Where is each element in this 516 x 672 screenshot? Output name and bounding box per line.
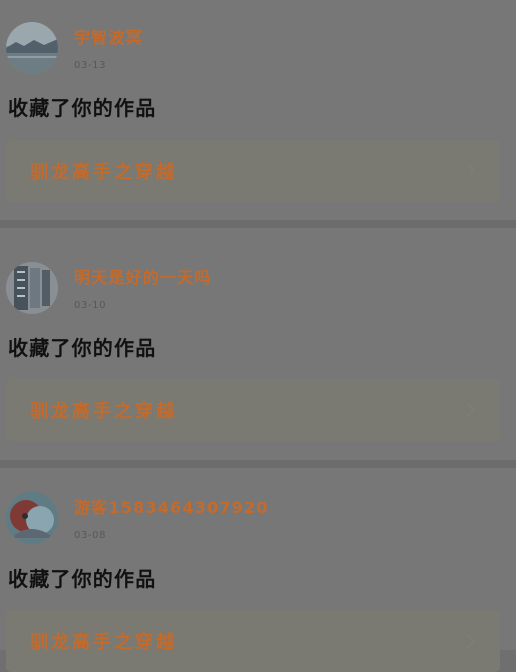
feed-item-header: 明天是好的一天吗 03-10 — [6, 262, 212, 314]
anime-avatar-icon — [6, 492, 58, 544]
avatar[interactable] — [6, 262, 58, 314]
avatar[interactable] — [6, 492, 58, 544]
feed-item: 明天是好的一天吗 03-10 收藏了你的作品 驯龙高手之穿越 — [0, 220, 516, 460]
user-meta: 游客1583464307920 03-08 — [74, 492, 269, 543]
activity-feed: 宇智波冥 03-13 收藏了你的作品 驯龙高手之穿越 明天是好的一天吗 03-1… — [0, 0, 516, 672]
chevron-right-icon — [462, 631, 480, 651]
username[interactable]: 游客1583464307920 — [74, 497, 269, 519]
action-text: 收藏了你的作品 — [8, 336, 157, 360]
timestamp: 03-08 — [74, 530, 107, 541]
feed-item: 宇智波冥 03-13 收藏了你的作品 驯龙高手之穿越 — [0, 0, 516, 220]
user-meta: 明天是好的一天吗 03-10 — [74, 262, 212, 313]
work-link[interactable]: 驯龙高手之穿越 — [6, 610, 500, 672]
feed-item-header: 宇智波冥 03-13 — [6, 22, 143, 74]
chevron-right-icon — [462, 400, 480, 420]
calligraphy-avatar-icon — [6, 262, 58, 314]
timestamp: 03-13 — [74, 60, 107, 71]
action-text: 收藏了你的作品 — [8, 96, 157, 120]
user-meta: 宇智波冥 03-13 — [74, 22, 143, 73]
action-text: 收藏了你的作品 — [8, 567, 157, 591]
work-title: 驯龙高手之穿越 — [30, 632, 177, 653]
username[interactable]: 宇智波冥 — [74, 27, 143, 49]
feed-item: 游客1583464307920 03-08 收藏了你的作品 驯龙高手之穿越 — [0, 460, 516, 672]
avatar[interactable] — [6, 22, 58, 74]
work-title: 驯龙高手之穿越 — [30, 162, 177, 183]
chevron-right-icon — [462, 161, 480, 181]
feed-item-header: 游客1583464307920 03-08 — [6, 492, 269, 544]
work-link[interactable]: 驯龙高手之穿越 — [6, 140, 500, 202]
timestamp: 03-10 — [74, 300, 107, 311]
work-link[interactable]: 驯龙高手之穿越 — [6, 379, 500, 441]
landscape-avatar-icon — [6, 22, 58, 74]
username[interactable]: 明天是好的一天吗 — [74, 267, 212, 289]
work-title: 驯龙高手之穿越 — [30, 401, 177, 422]
